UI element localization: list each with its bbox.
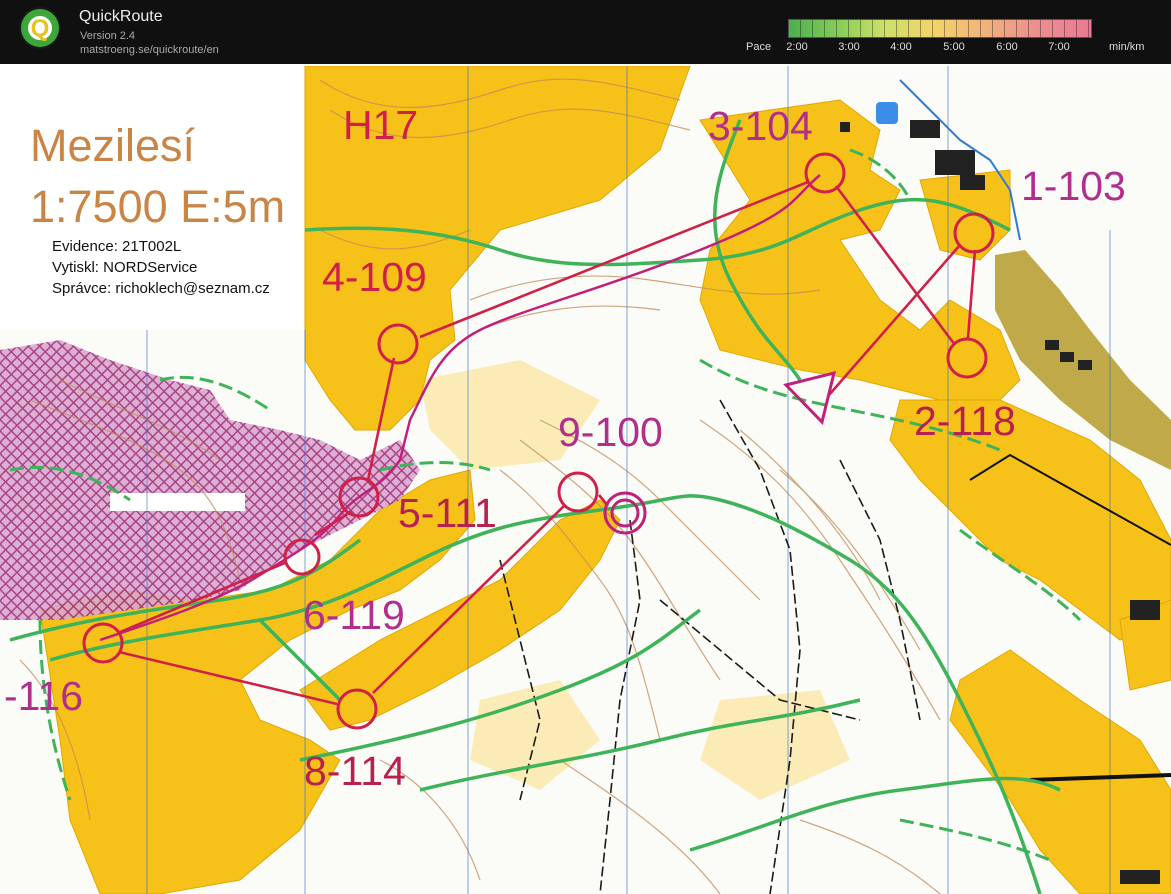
- control-label-5: 5-111: [398, 490, 497, 536]
- control-label-3: 3-104: [708, 103, 813, 149]
- pace-tick: 6:00: [996, 41, 1018, 53]
- app-version: Version 2.4: [80, 30, 136, 42]
- quickroute-window: Q QuickRoute Version 2.4 matstroeng.se/q…: [0, 0, 1171, 894]
- control-label-8: 8-114: [304, 748, 406, 794]
- pace-unit: min/km: [1109, 41, 1145, 53]
- pace-tick: 2:00: [786, 41, 808, 53]
- pace-tick: 4:00: [890, 41, 912, 53]
- finish-circles: [603, 491, 647, 535]
- control-label-9: 9-100: [558, 409, 663, 455]
- pace-tick: 7:00: [1048, 41, 1070, 53]
- white-strip: [110, 493, 245, 511]
- pace-tick: 5:00: [943, 41, 965, 53]
- admin-text: Správce: richoklech@seznam.cz: [52, 280, 270, 297]
- control-label-7: -116: [4, 673, 84, 719]
- control-label-1: 1-103: [1021, 163, 1126, 209]
- control-label-6: 6-119: [303, 592, 405, 638]
- pace-tick: 3:00: [838, 41, 860, 53]
- printed-by-text: Vytiskl: NORDService: [52, 259, 198, 276]
- pace-label: Pace: [746, 41, 772, 53]
- control-label-4: 4-109: [322, 254, 427, 300]
- control-label-2: 2-118: [914, 398, 1016, 444]
- pool: [876, 102, 898, 124]
- logo-letter: Q: [31, 15, 50, 42]
- category-label: H17: [343, 102, 419, 148]
- app-title: QuickRoute: [79, 8, 163, 25]
- map-scale: 1:7500 E:5m: [30, 181, 286, 232]
- tracks: [499, 399, 921, 894]
- app-header: Q QuickRoute Version 2.4 matstroeng.se/q…: [0, 0, 1171, 64]
- quickroute-logo-icon: Q: [19, 7, 61, 49]
- app-url[interactable]: matstroeng.se/quickroute/en: [80, 44, 219, 56]
- map-name: Mezilesí: [30, 120, 196, 171]
- evidence-text: Evidence: 21T002L: [52, 238, 182, 255]
- pace-color-scale: [788, 19, 1092, 38]
